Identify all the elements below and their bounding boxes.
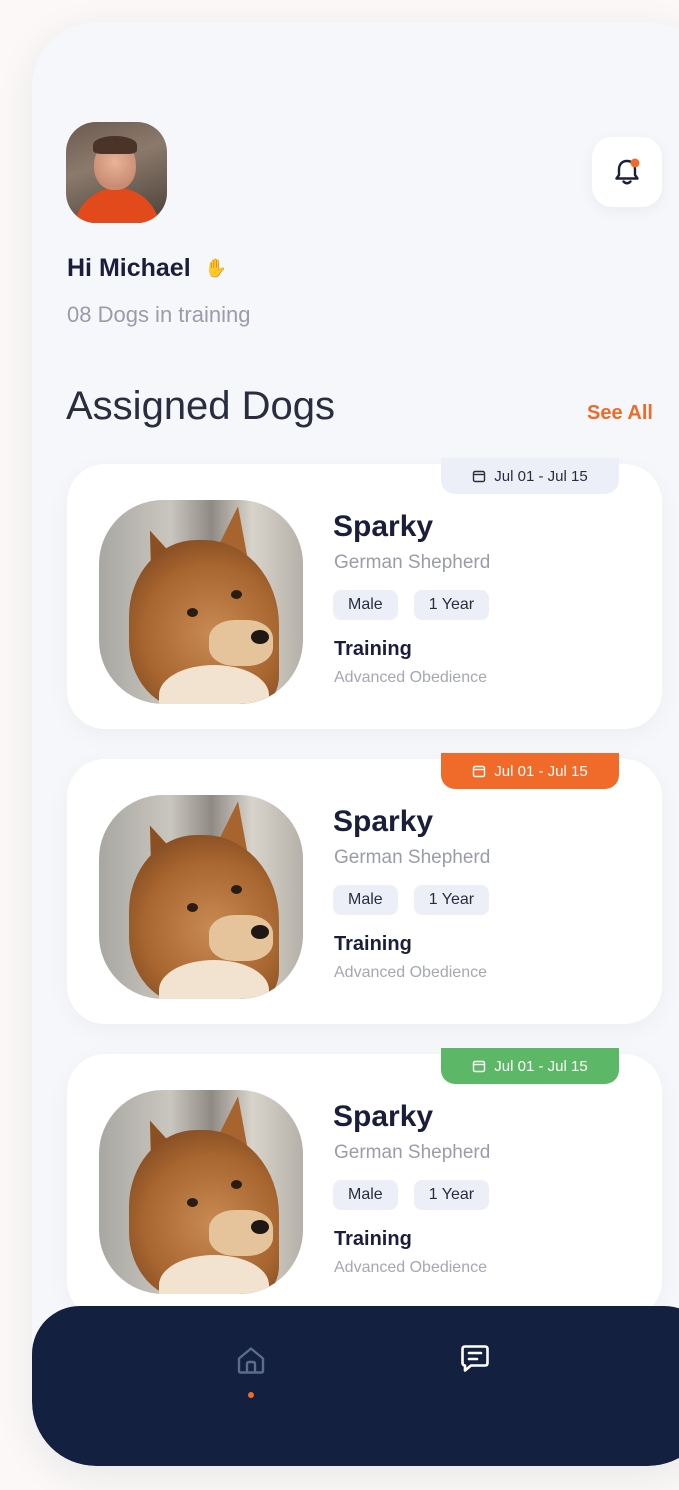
- dog-name: Sparky: [333, 510, 434, 543]
- bottom-nav: [32, 1306, 679, 1466]
- notification-button[interactable]: [592, 137, 662, 207]
- training-label: Training: [334, 638, 412, 660]
- training-label: Training: [334, 1228, 412, 1250]
- date-range-text: Jul 01 - Jul 15: [494, 467, 588, 485]
- section-title: Assigned Dogs: [66, 384, 336, 428]
- see-all-link[interactable]: See All: [587, 402, 653, 425]
- date-range-text: Jul 01 - Jul 15: [494, 1057, 588, 1075]
- dog-name: Sparky: [333, 1100, 434, 1133]
- nav-chat-button[interactable]: [455, 1338, 495, 1378]
- dog-breed: German Shepherd: [334, 847, 491, 868]
- greeting-text: Hi Michael: [67, 254, 191, 282]
- dog-breed: German Shepherd: [334, 1142, 491, 1163]
- dog-tags: Male 1 Year: [333, 590, 490, 620]
- gender-tag: Male: [333, 590, 398, 620]
- waving-hand-icon: ✋: [204, 258, 228, 278]
- training-label: Training: [334, 933, 412, 955]
- gender-tag: Male: [333, 1180, 398, 1210]
- gender-tag: Male: [333, 885, 398, 915]
- age-tag: 1 Year: [413, 1180, 490, 1210]
- training-value: Advanced Obedience: [334, 964, 487, 981]
- dog-photo: [99, 795, 303, 999]
- date-range-badge: Jul 01 - Jul 15: [441, 753, 619, 789]
- bell-icon: [615, 158, 640, 185]
- dog-tags: Male 1 Year: [333, 1180, 490, 1210]
- age-tag: 1 Year: [413, 590, 490, 620]
- avatar-body: [74, 188, 160, 223]
- dog-card[interactable]: Jul 01 - Jul 15 Sparky German Shepherd M…: [67, 1048, 662, 1319]
- avatar-hair: [93, 136, 137, 154]
- calendar-icon: [473, 1060, 486, 1073]
- date-range-badge: Jul 01 - Jul 15: [441, 458, 619, 494]
- dog-card[interactable]: Jul 01 - Jul 15 Sparky German Shepherd M…: [67, 458, 662, 729]
- calendar-icon: [473, 470, 486, 483]
- dog-tags: Male 1 Year: [333, 885, 490, 915]
- dog-breed: German Shepherd: [334, 552, 491, 573]
- calendar-icon: [473, 765, 486, 778]
- dog-photo: [99, 1090, 303, 1294]
- dogs-in-training-count: 08 Dogs in training: [67, 302, 251, 327]
- chat-icon: [461, 1345, 489, 1372]
- greeting: Hi Michael ✋: [67, 254, 227, 283]
- training-value: Advanced Obedience: [334, 669, 487, 686]
- app-screen: Hi Michael ✋ 08 Dogs in training Assigne…: [32, 22, 679, 1466]
- age-tag: 1 Year: [413, 885, 490, 915]
- date-range-badge: Jul 01 - Jul 15: [441, 1048, 619, 1084]
- dog-name: Sparky: [333, 805, 434, 838]
- nav-home-button[interactable]: [231, 1340, 271, 1380]
- home-icon: [237, 1347, 265, 1374]
- training-value: Advanced Obedience: [334, 1259, 487, 1276]
- avatar[interactable]: [66, 122, 167, 223]
- dog-photo: [99, 500, 303, 704]
- dog-card[interactable]: Jul 01 - Jul 15 Sparky German Shepherd M…: [67, 753, 662, 1024]
- date-range-text: Jul 01 - Jul 15: [494, 762, 588, 780]
- active-indicator-dot: [248, 1392, 254, 1398]
